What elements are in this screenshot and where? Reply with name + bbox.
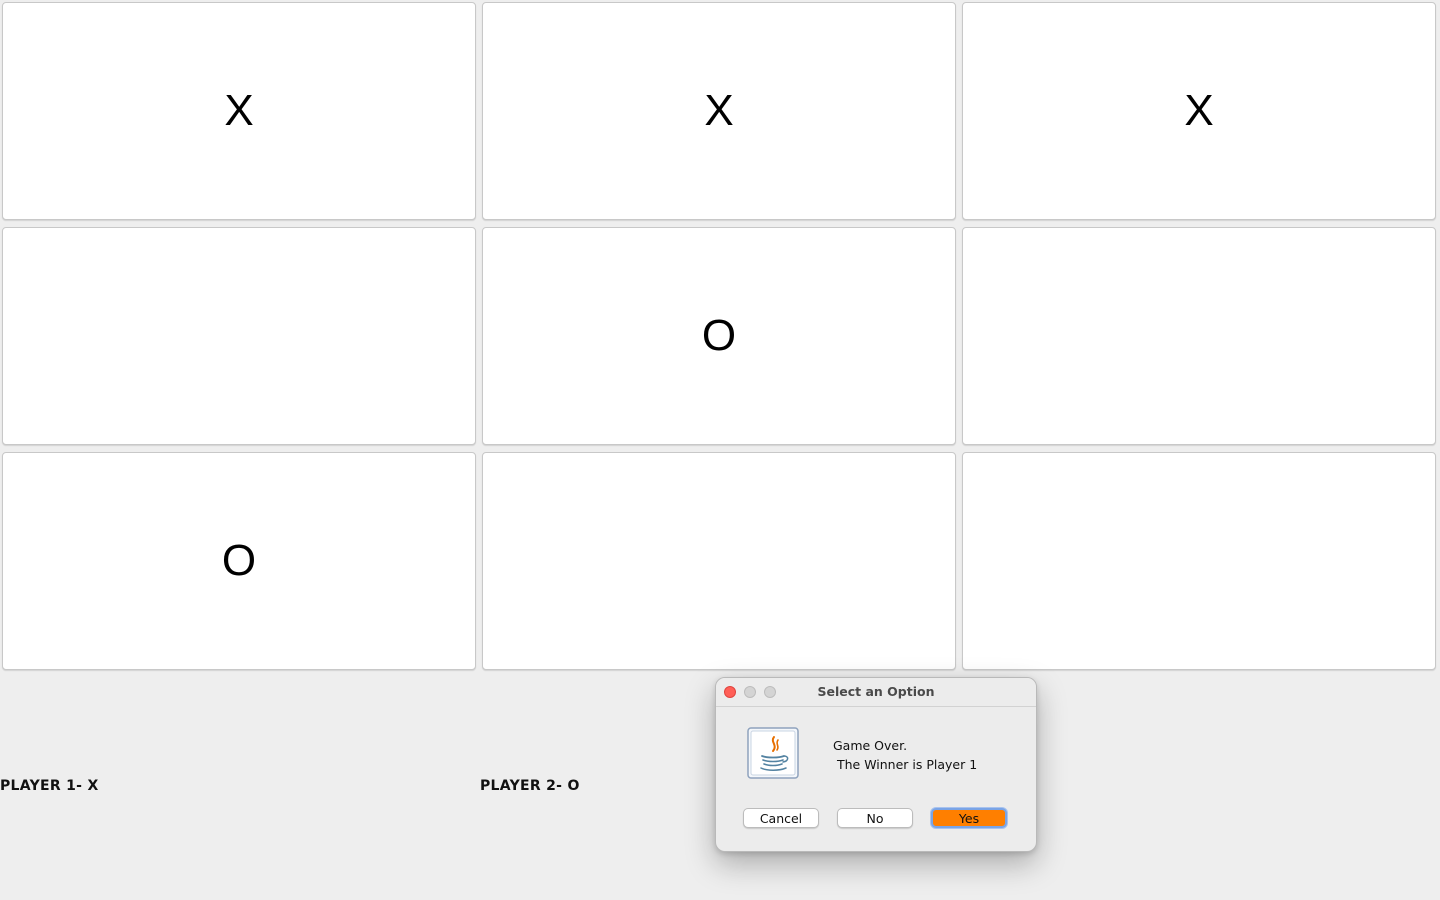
board-cell-5[interactable]: O (482, 227, 956, 445)
board-cell-1[interactable]: X (2, 2, 476, 220)
board-cell-7[interactable]: O (2, 452, 476, 670)
tic-tac-toe-window: X X X O O PLAYER 1- X PLAYER 2- O Select… (0, 0, 1440, 900)
message-line-1: Game Over. (833, 738, 908, 753)
board-cell-8[interactable] (482, 452, 956, 670)
message-line-2: The Winner is Player 1 (833, 757, 978, 772)
cancel-button[interactable]: Cancel (743, 808, 819, 828)
game-board: X X X O O (2, 2, 1438, 672)
dialog-title: Select an Option (817, 684, 935, 699)
yes-button[interactable]: Yes (931, 808, 1007, 828)
player-2-label: PLAYER 2- O (480, 778, 580, 794)
board-cell-2[interactable]: X (482, 2, 956, 220)
board-cell-4[interactable] (2, 227, 476, 445)
dialog-titlebar: Select an Option (716, 678, 1036, 707)
board-cell-3[interactable]: X (962, 2, 1436, 220)
java-icon (747, 727, 799, 779)
board-cell-6[interactable] (962, 227, 1436, 445)
board-cell-9[interactable] (962, 452, 1436, 670)
dialog-message: Game Over. The Winner is Player 1 (833, 736, 977, 774)
player-1-label: PLAYER 1- X (0, 778, 99, 794)
select-option-dialog: Select an Option Game Over. The Winner i… (715, 677, 1037, 852)
no-button[interactable]: No (837, 808, 913, 828)
